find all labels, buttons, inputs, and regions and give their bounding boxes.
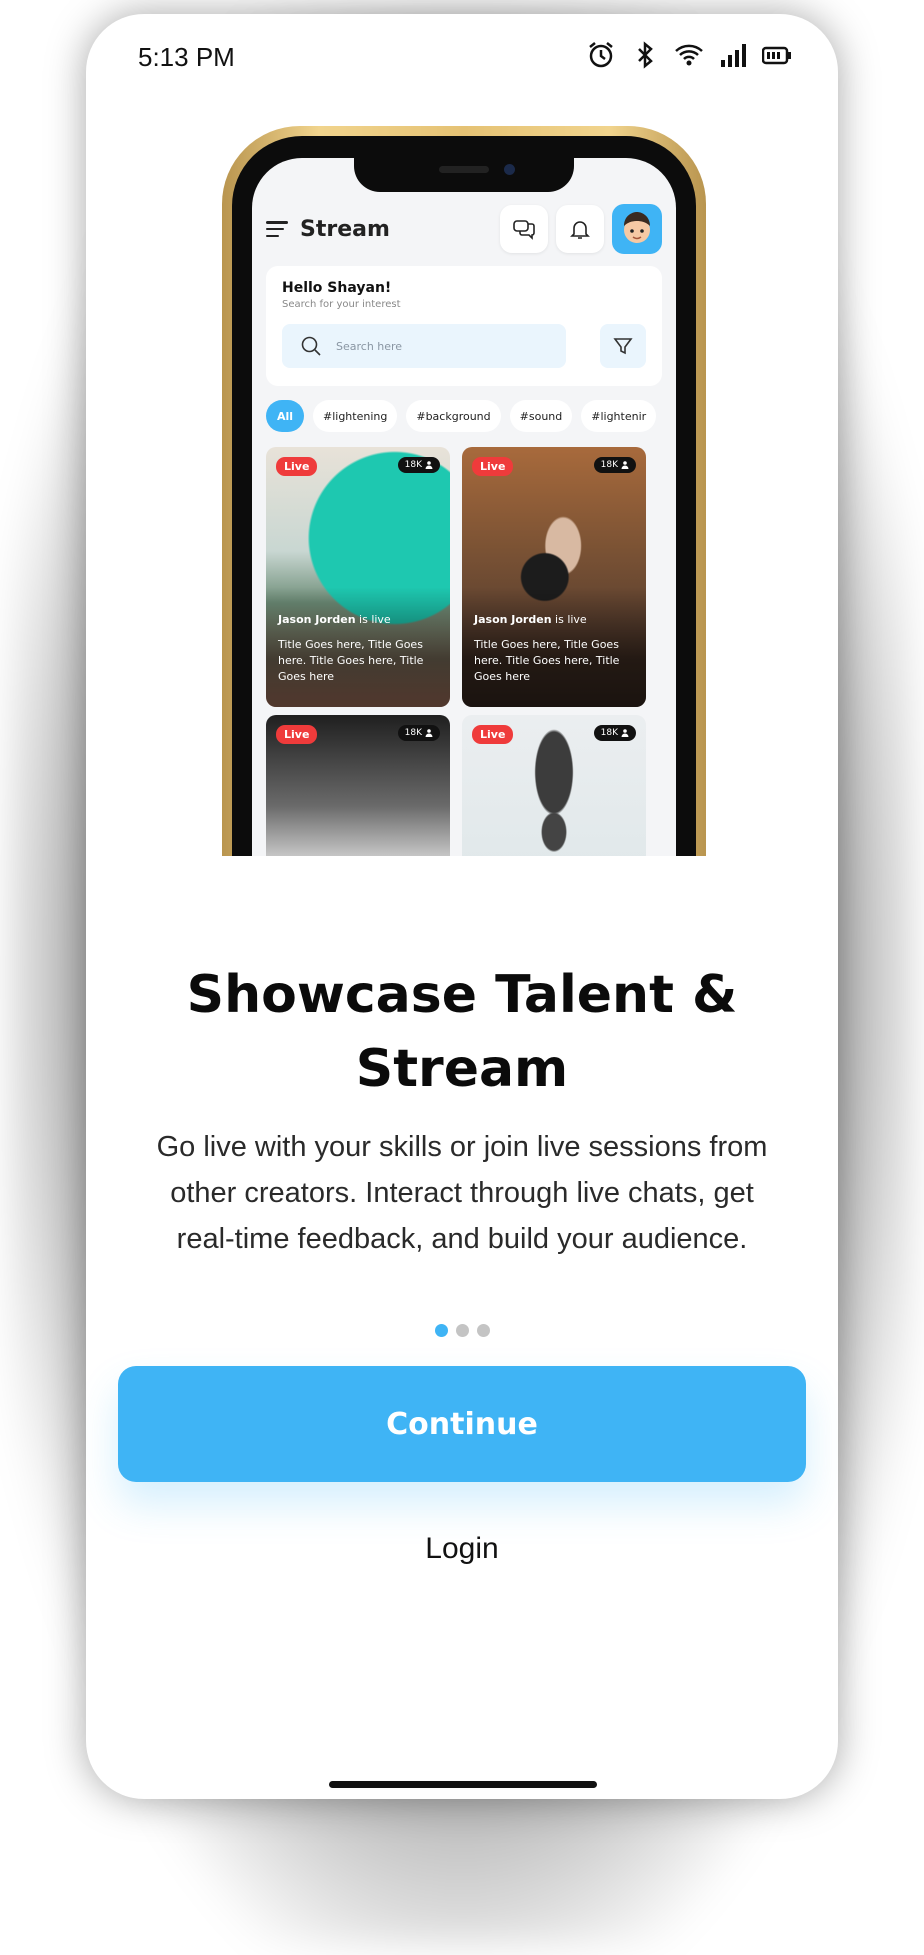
live-badge: Live: [472, 725, 514, 744]
stream-card: Live 18K Jason Jorden is live Title Goes…: [266, 447, 450, 707]
chip-tag: #lightenir: [581, 400, 657, 432]
app-preview-mockup: Stream Hello Shayan! Search for your int…: [222, 126, 706, 856]
person-icon: [621, 461, 629, 469]
phone-screen: 5:13 PM Stream Hello Shayan! Search for …: [86, 14, 838, 1799]
page-indicator: [86, 1324, 838, 1337]
stream-card: Live 18K: [462, 715, 646, 856]
search-icon: [300, 335, 322, 357]
avatar: [612, 204, 662, 254]
status-icons: [586, 40, 792, 70]
live-badge: Live: [276, 725, 318, 744]
status-time: 5:13 PM: [138, 42, 235, 72]
streamer-line: Jason Jorden is live: [278, 613, 391, 626]
viewer-count: 18K: [593, 725, 636, 741]
mockup-notch: [354, 158, 574, 192]
continue-button[interactable]: Continue: [118, 1366, 806, 1482]
bluetooth-icon: [630, 40, 660, 70]
home-indicator: [329, 1781, 597, 1788]
onboarding-headline: Showcase Talent & Stream: [186, 965, 738, 1099]
login-link[interactable]: Login: [86, 1532, 838, 1566]
bell-icon: [556, 205, 604, 253]
streamer-line: Jason Jorden is live: [474, 613, 587, 626]
mockup-search-field: Search here: [282, 324, 566, 368]
battery-icon: [761, 40, 792, 70]
mockup-screen: Stream Hello Shayan! Search for your int…: [252, 158, 676, 856]
person-icon: [425, 729, 433, 737]
page-dot: [476, 1324, 490, 1337]
person-icon: [425, 461, 433, 469]
live-badge: Live: [472, 457, 514, 476]
filter-icon: [600, 324, 646, 368]
chip-tag: #lightening: [313, 400, 398, 432]
wifi-icon: [674, 40, 704, 70]
page-dot: [455, 1324, 469, 1337]
mockup-app-title: Stream: [300, 216, 390, 242]
stream-card: Live 18K: [266, 715, 450, 856]
menu-icon: [266, 221, 288, 237]
chip-tag: #sound: [509, 400, 573, 432]
mockup-bezel: Stream Hello Shayan! Search for your int…: [232, 136, 696, 856]
chat-icon: [500, 205, 548, 253]
stream-card: Live 18K Jason Jorden is live Title Goes…: [462, 447, 646, 707]
person-icon: [621, 729, 629, 737]
stream-title: Title Goes here, Title Goes here. Title …: [278, 638, 424, 683]
viewer-count: 18K: [397, 725, 440, 741]
chip-all: All: [266, 400, 304, 432]
viewer-count: 18K: [593, 457, 636, 473]
viewer-count: 18K: [397, 457, 440, 473]
live-badge: Live: [276, 457, 318, 476]
mockup-tag-chips: All #lightening #background #sound #ligh…: [266, 400, 676, 432]
greeting-title: Hello Shayan!: [282, 280, 392, 296]
stream-title: Title Goes here, Title Goes here. Title …: [474, 638, 620, 683]
alarm-icon: [586, 40, 616, 70]
mockup-app-header: Stream: [266, 202, 662, 256]
search-placeholder: Search here: [336, 339, 403, 353]
onboarding-description: Go live with your skills or join live se…: [156, 1131, 768, 1255]
signal-icon: [718, 40, 748, 70]
chip-tag: #background: [406, 400, 501, 432]
greeting-subtitle: Search for your interest: [282, 299, 401, 310]
greeting-card: Hello Shayan! Search for your interest S…: [266, 266, 662, 386]
page-dot-active: [434, 1324, 448, 1337]
